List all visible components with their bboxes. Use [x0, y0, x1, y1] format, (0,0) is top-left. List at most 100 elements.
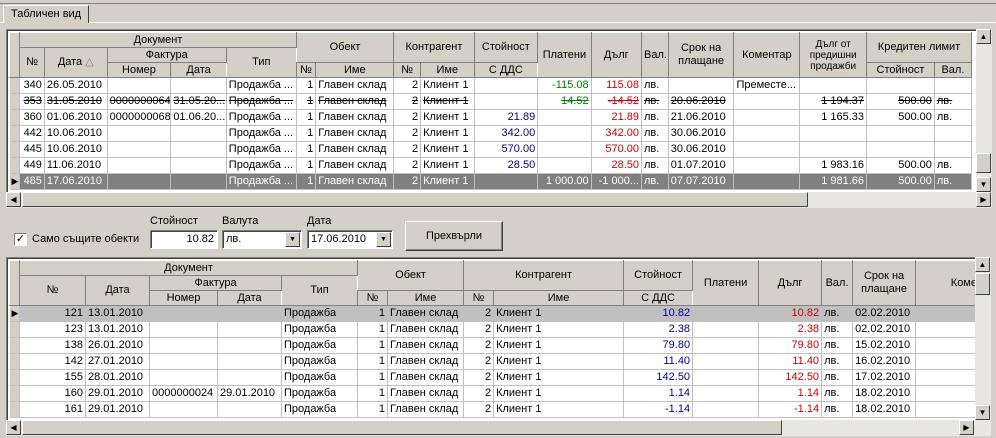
header-invoice-number[interactable]: Номер: [106, 62, 172, 78]
header-invoice-date[interactable]: Дата: [170, 62, 227, 78]
cell-comment[interactable]: [733, 157, 801, 174]
cell-value[interactable]: 570.00: [474, 141, 539, 158]
cell-invoice-number[interactable]: 0000000024: [149, 385, 218, 402]
cell-date[interactable]: 11.06.2010: [44, 157, 108, 174]
cell-invoice-number[interactable]: [107, 125, 172, 142]
cell-partner-number[interactable]: 2: [463, 305, 495, 322]
header-invoice-date[interactable]: Дата: [217, 290, 282, 306]
cell-comment[interactable]: [733, 173, 801, 190]
cell-payment-term[interactable]: 30.06.2010: [668, 125, 735, 142]
cell-comment[interactable]: [915, 369, 975, 386]
cell-payment-term[interactable]: 02.02.2010: [852, 305, 917, 322]
cell-previous-debt[interactable]: 1 981.66: [799, 173, 868, 190]
cell-paid[interactable]: 14.52: [537, 93, 592, 110]
cell-invoice-date[interactable]: [170, 141, 227, 158]
table-row[interactable]: 360 01.06.2010 0000000068 01.06.20... Пр…: [9, 109, 973, 126]
cell-currency[interactable]: лв.: [821, 321, 854, 338]
cell-date[interactable]: 13.01.2010: [85, 321, 150, 338]
cell-date[interactable]: 29.01.2010: [85, 385, 150, 402]
cell-previous-debt[interactable]: 1 983.16: [799, 157, 868, 174]
row-indicator[interactable]: [9, 385, 20, 402]
header-comment[interactable]: Коментар: [733, 32, 801, 78]
cell-invoice-date[interactable]: [217, 401, 282, 418]
cell-number[interactable]: 161: [19, 401, 86, 418]
header-partner-name[interactable]: Име: [420, 62, 475, 78]
cell-debt[interactable]: 2.38: [758, 321, 823, 338]
header-doc-date[interactable]: Дата △: [43, 47, 108, 78]
cell-invoice-date[interactable]: [217, 337, 282, 354]
cell-object-number[interactable]: 1: [357, 385, 389, 402]
row-indicator[interactable]: [9, 141, 21, 158]
same-objects-checkbox[interactable]: ✓: [14, 233, 27, 246]
header-paid[interactable]: Платени: [537, 32, 592, 78]
current-row-arrow-icon[interactable]: ▶: [9, 305, 20, 322]
table-row[interactable]: 155 28.01.2010 Продажба 1 Главен склад 2…: [9, 369, 975, 386]
cell-number[interactable]: 485: [19, 173, 45, 190]
cell-invoice-date[interactable]: 01.06.20...: [170, 109, 227, 126]
source-documents-horizontal-scrollbar[interactable]: ◀ ▶: [6, 420, 991, 436]
cell-object-number[interactable]: 1: [357, 305, 389, 322]
header-payment-term[interactable]: Срок на плащане: [852, 260, 917, 306]
cell-comment[interactable]: [733, 109, 801, 126]
cell-value[interactable]: [474, 93, 539, 110]
cell-number[interactable]: 121: [19, 305, 86, 322]
cell-debt[interactable]: 10.82: [758, 305, 823, 322]
cell-paid[interactable]: [537, 157, 592, 174]
cell-invoice-number[interactable]: [107, 77, 172, 94]
scroll-right-icon[interactable]: ▶: [959, 420, 974, 435]
cell-object-name[interactable]: Главен склад: [315, 109, 395, 126]
cell-previous-debt[interactable]: [799, 141, 868, 158]
header-doc-number[interactable]: №: [19, 275, 86, 306]
row-indicator[interactable]: [9, 401, 20, 418]
scroll-thumb[interactable]: [22, 420, 782, 435]
cell-currency[interactable]: лв.: [641, 125, 669, 142]
cell-invoice-date[interactable]: [170, 125, 227, 142]
cell-invoice-number[interactable]: [149, 353, 218, 370]
cell-object-number[interactable]: 1: [357, 337, 389, 354]
cell-invoice-date[interactable]: [170, 77, 227, 94]
cell-partner-name[interactable]: Клиент 1: [420, 109, 475, 126]
source-documents-vertical-scrollbar[interactable]: ▲ ▼: [975, 257, 991, 420]
cell-comment[interactable]: [915, 305, 975, 322]
cell-partner-number[interactable]: 2: [393, 77, 422, 94]
currency-select[interactable]: лв. ▼: [222, 230, 302, 249]
cell-payment-term[interactable]: 21.06.2010: [668, 109, 735, 126]
cell-payment-term[interactable]: 02.02.2010: [852, 321, 917, 338]
documents-vertical-scrollbar[interactable]: ▲ ▼: [976, 29, 992, 192]
cell-number[interactable]: 142: [19, 353, 86, 370]
cell-debt[interactable]: -14.52: [591, 93, 642, 110]
cell-object-name[interactable]: Главен склад: [387, 353, 465, 370]
cell-partner-name[interactable]: Клиент 1: [493, 305, 625, 322]
header-value-vat[interactable]: С ДДС: [473, 62, 539, 78]
cell-comment[interactable]: [915, 321, 975, 338]
header-partner-number[interactable]: №: [393, 62, 422, 78]
table-row-current[interactable]: ▶ 121 13.01.2010 Продажба 1 Главен склад…: [9, 305, 975, 322]
table-row[interactable]: 442 10.06.2010 Продажба ... 1 Главен скл…: [9, 125, 973, 142]
cell-object-name[interactable]: Главен склад: [315, 77, 395, 94]
cell-paid[interactable]: [537, 109, 592, 126]
cell-partner-number[interactable]: 2: [393, 109, 422, 126]
cell-credit-currency[interactable]: [934, 125, 973, 142]
row-indicator[interactable]: [9, 337, 20, 354]
cell-debt[interactable]: 115.08: [591, 77, 642, 94]
cell-date[interactable]: 31.05.2010: [44, 93, 108, 110]
cell-currency[interactable]: лв.: [641, 77, 669, 94]
cell-credit-value[interactable]: [866, 125, 935, 142]
cell-previous-debt[interactable]: 1 194.37: [799, 93, 868, 110]
header-value[interactable]: Стойност: [623, 260, 694, 291]
cell-type[interactable]: Продажба ...: [226, 157, 297, 174]
cell-object-number[interactable]: 1: [296, 173, 317, 190]
cell-previous-debt[interactable]: 1 165.33: [799, 109, 868, 126]
cell-object-name[interactable]: Главен склад: [387, 385, 465, 402]
table-row[interactable]: 142 27.01.2010 Продажба 1 Главен склад 2…: [9, 353, 975, 370]
cell-number[interactable]: 442: [19, 125, 45, 142]
cell-previous-debt[interactable]: [799, 125, 868, 142]
cell-credit-value[interactable]: 500.00: [866, 173, 935, 190]
cell-invoice-date[interactable]: [217, 369, 282, 386]
cell-date[interactable]: 29.01.2010: [85, 401, 150, 418]
cell-type[interactable]: Продажба ...: [226, 77, 297, 94]
cell-number[interactable]: 353: [19, 93, 45, 110]
cell-date[interactable]: 17.06.2010: [44, 173, 108, 190]
row-indicator[interactable]: [9, 157, 21, 174]
tab-table-view[interactable]: Табличен вид: [3, 5, 90, 23]
